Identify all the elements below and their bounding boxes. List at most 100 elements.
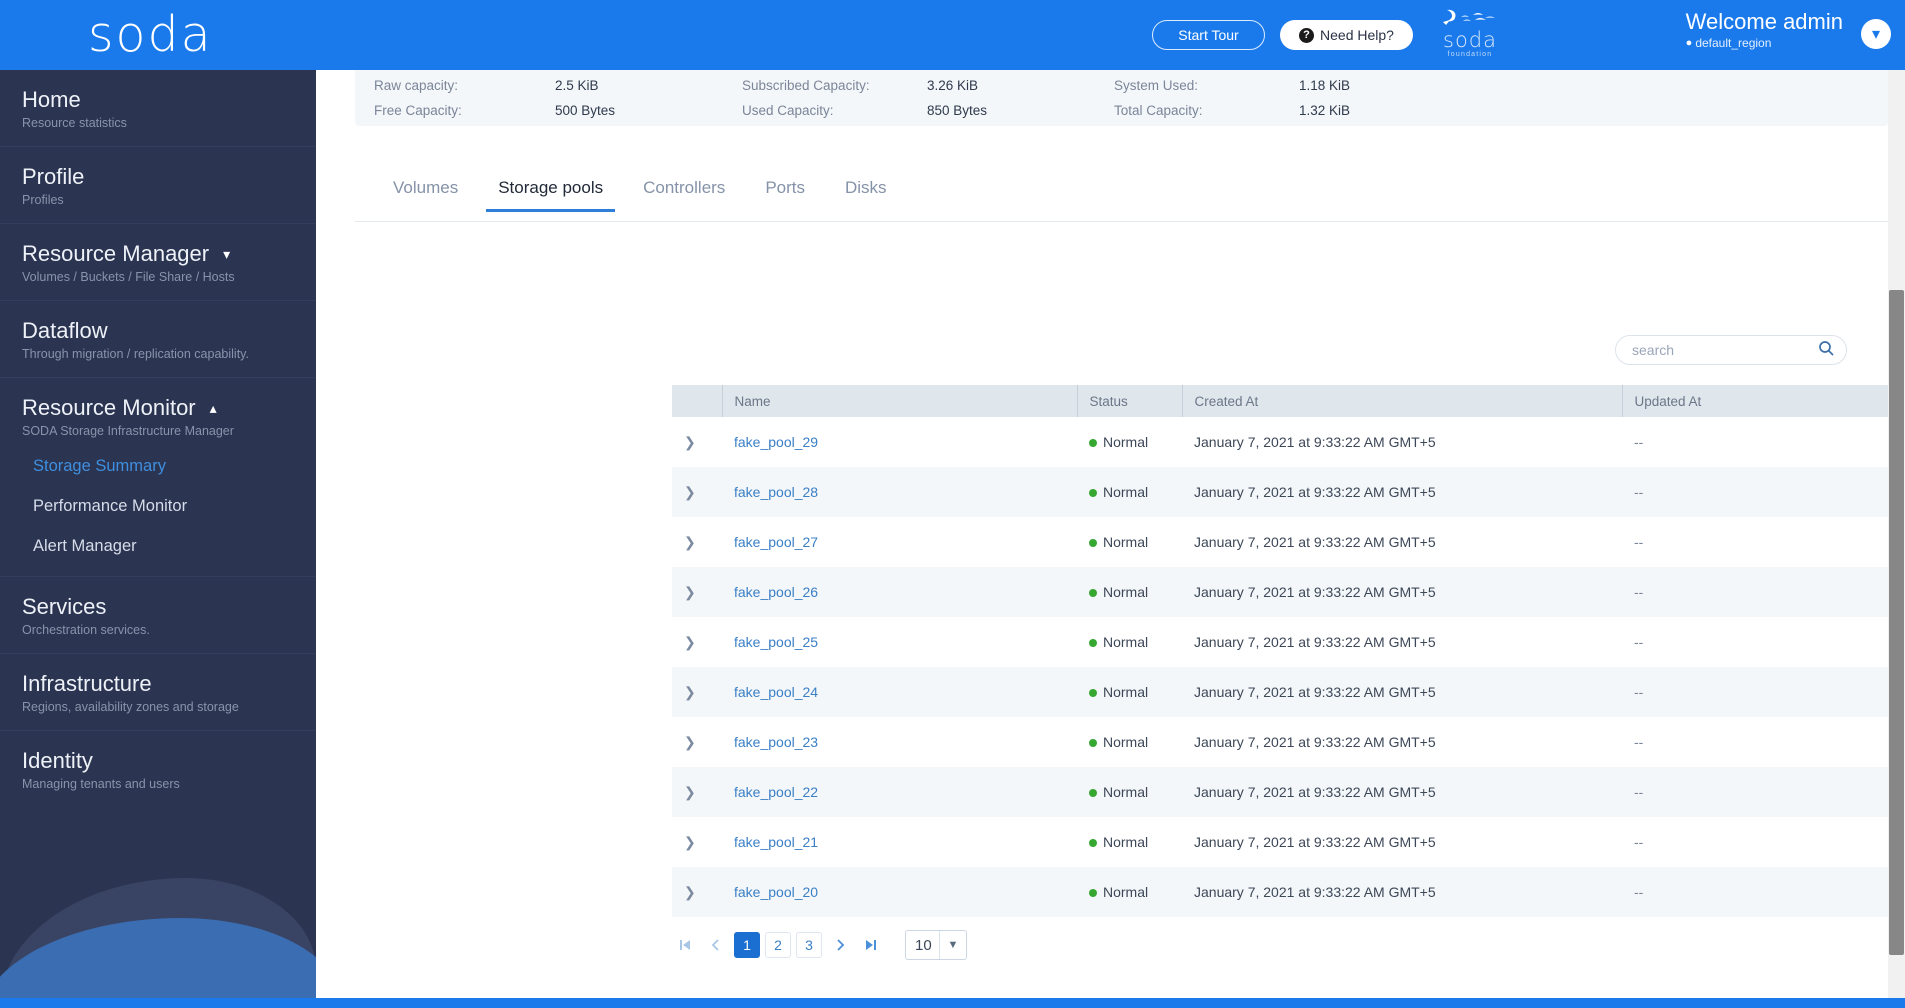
sidebar-item-storage-summary[interactable]: Storage Summary <box>0 446 316 486</box>
sidebar-item-resource-monitor[interactable]: Resource Monitor ▴ SODA Storage Infrastr… <box>0 378 316 444</box>
need-help-button[interactable]: ? Need Help? <box>1280 20 1413 50</box>
tab-controllers[interactable]: Controllers <box>623 170 745 211</box>
sidebar-item-dataflow[interactable]: Dataflow Through migration / replication… <box>0 301 316 378</box>
soda-brand-logo[interactable]: soda <box>88 6 213 64</box>
sidebar-item-identity-title: Identity <box>22 748 93 773</box>
table-row[interactable]: ❯ fake_pool_21 Normal January 7, 2021 at… <box>672 817 1905 867</box>
table-row[interactable]: ❯ fake_pool_25 Normal January 7, 2021 at… <box>672 617 1905 667</box>
row-status-cell: Normal <box>1077 817 1182 867</box>
row-expand-cell[interactable]: ❯ <box>672 567 722 617</box>
chevron-right-icon[interactable]: ❯ <box>684 684 696 700</box>
first-page-icon[interactable] <box>672 932 698 958</box>
tab-disks[interactable]: Disks <box>825 170 907 211</box>
chevron-down-icon[interactable]: ▾ <box>223 240 230 268</box>
table-row[interactable]: ❯ fake_pool_24 Normal January 7, 2021 at… <box>672 667 1905 717</box>
pool-name-link[interactable]: fake_pool_25 <box>734 634 818 650</box>
row-name-cell[interactable]: fake_pool_24 <box>722 667 1077 717</box>
col-status[interactable]: Status <box>1076 385 1182 417</box>
row-expand-cell[interactable]: ❯ <box>672 767 722 817</box>
pool-name-link[interactable]: fake_pool_29 <box>734 434 818 450</box>
page-number-2[interactable]: 2 <box>765 932 791 958</box>
page-number-1[interactable]: 1 <box>734 932 760 958</box>
chevron-right-icon[interactable]: ❯ <box>684 434 696 450</box>
sidebar-item-identity[interactable]: Identity Managing tenants and users <box>0 731 316 807</box>
pagination-controls: 1 2 3 10 ▼ <box>672 930 967 960</box>
page-scrollbar-thumb[interactable] <box>1889 290 1904 955</box>
sidebar-item-infrastructure[interactable]: Infrastructure Regions, availability zon… <box>0 654 316 731</box>
pool-name-link[interactable]: fake_pool_27 <box>734 534 818 550</box>
foundation-wordmark: soda <box>1443 28 1497 52</box>
row-name-cell[interactable]: fake_pool_20 <box>722 867 1077 917</box>
row-created-cell: January 7, 2021 at 9:33:22 AM GMT+5 <box>1194 634 1436 650</box>
sidebar-submenu-resource-monitor: Storage Summary Performance Monitor Aler… <box>0 444 316 577</box>
pool-name-link[interactable]: fake_pool_20 <box>734 884 818 900</box>
pool-name-link[interactable]: fake_pool_22 <box>734 784 818 800</box>
row-expand-cell[interactable]: ❯ <box>672 817 722 867</box>
table-row[interactable]: ❯ fake_pool_29 Normal January 7, 2021 at… <box>672 417 1905 467</box>
chevron-right-icon[interactable]: ❯ <box>684 834 696 850</box>
row-name-cell[interactable]: fake_pool_27 <box>722 517 1077 567</box>
table-row[interactable]: ❯ fake_pool_28 Normal January 7, 2021 at… <box>672 467 1905 517</box>
sidebar-item-profile-sub: Profiles <box>22 193 64 207</box>
pool-name-link[interactable]: fake_pool_23 <box>734 734 818 750</box>
pool-name-link[interactable]: fake_pool_24 <box>734 684 818 700</box>
search-box[interactable] <box>1615 335 1847 365</box>
row-expand-cell[interactable]: ❯ <box>672 517 722 567</box>
table-row[interactable]: ❯ fake_pool_20 Normal January 7, 2021 at… <box>672 867 1905 917</box>
sidebar-item-profile[interactable]: Profile Profiles <box>0 147 316 224</box>
row-expand-cell[interactable]: ❯ <box>672 467 722 517</box>
chevron-right-icon[interactable]: ❯ <box>684 534 696 550</box>
table-row[interactable]: ❯ fake_pool_23 Normal January 7, 2021 at… <box>672 717 1905 767</box>
row-name-cell[interactable]: fake_pool_25 <box>722 617 1077 667</box>
row-name-cell[interactable]: fake_pool_21 <box>722 817 1077 867</box>
sidebar-item-resource-manager[interactable]: Resource Manager ▾ Volumes / Buckets / F… <box>0 224 316 301</box>
tab-storage-pools[interactable]: Storage pools <box>478 170 623 212</box>
sidebar-item-services[interactable]: Services Orchestration services. <box>0 577 316 654</box>
tab-volumes[interactable]: Volumes <box>373 170 478 211</box>
total-capacity-value: 1.32 KiB <box>1299 103 1351 118</box>
pool-name-link[interactable]: fake_pool_28 <box>734 484 818 500</box>
row-name-cell[interactable]: fake_pool_29 <box>722 417 1077 467</box>
start-tour-label: Start Tour <box>1178 27 1239 43</box>
row-name-cell[interactable]: fake_pool_26 <box>722 567 1077 617</box>
row-expand-cell[interactable]: ❯ <box>672 417 722 467</box>
page-size-select[interactable]: 10 ▼ <box>905 930 967 960</box>
row-status-cell: Normal <box>1077 667 1182 717</box>
search-icon[interactable] <box>1818 340 1834 361</box>
chevron-right-icon[interactable]: ❯ <box>684 584 696 600</box>
user-menu-chevron-down-icon[interactable]: ▾ <box>1861 19 1891 49</box>
row-expand-cell[interactable]: ❯ <box>672 867 722 917</box>
table-row[interactable]: ❯ fake_pool_26 Normal January 7, 2021 at… <box>672 567 1905 617</box>
sidebar-item-performance-monitor[interactable]: Performance Monitor <box>0 486 316 526</box>
sidebar-item-home[interactable]: Home Resource statistics <box>0 70 316 147</box>
row-name-cell[interactable]: fake_pool_22 <box>722 767 1077 817</box>
next-page-icon[interactable] <box>827 932 853 958</box>
row-name-cell[interactable]: fake_pool_23 <box>722 717 1077 767</box>
col-updated-at[interactable]: Updated At <box>1621 385 1905 417</box>
tab-ports[interactable]: Ports <box>745 170 825 211</box>
table-row[interactable]: ❯ fake_pool_27 Normal January 7, 2021 at… <box>672 517 1905 567</box>
chevron-right-icon[interactable]: ❯ <box>684 784 696 800</box>
row-expand-cell[interactable]: ❯ <box>672 617 722 667</box>
pool-name-link[interactable]: fake_pool_21 <box>734 834 818 850</box>
chevron-right-icon[interactable]: ❯ <box>684 884 696 900</box>
table-row[interactable]: ❯ fake_pool_22 Normal January 7, 2021 at… <box>672 767 1905 817</box>
row-created-cell: January 7, 2021 at 9:33:22 AM GMT+5 <box>1194 484 1436 500</box>
row-expand-cell[interactable]: ❯ <box>672 667 722 717</box>
chevron-down-icon[interactable]: ▼ <box>940 939 966 951</box>
col-name[interactable]: Name <box>721 385 1077 417</box>
page-number-3[interactable]: 3 <box>796 932 822 958</box>
start-tour-button[interactable]: Start Tour <box>1152 20 1265 50</box>
col-created-at[interactable]: Created At <box>1181 385 1622 417</box>
chevron-right-icon[interactable]: ❯ <box>684 484 696 500</box>
last-page-icon[interactable] <box>858 932 884 958</box>
search-input[interactable] <box>1632 342 1818 358</box>
row-expand-cell[interactable]: ❯ <box>672 717 722 767</box>
sidebar-item-alert-manager[interactable]: Alert Manager <box>0 526 316 566</box>
chevron-up-icon[interactable]: ▴ <box>210 394 217 422</box>
chevron-right-icon[interactable]: ❯ <box>684 634 696 650</box>
prev-page-icon[interactable] <box>703 932 729 958</box>
row-name-cell[interactable]: fake_pool_28 <box>722 467 1077 517</box>
chevron-right-icon[interactable]: ❯ <box>684 734 696 750</box>
pool-name-link[interactable]: fake_pool_26 <box>734 584 818 600</box>
